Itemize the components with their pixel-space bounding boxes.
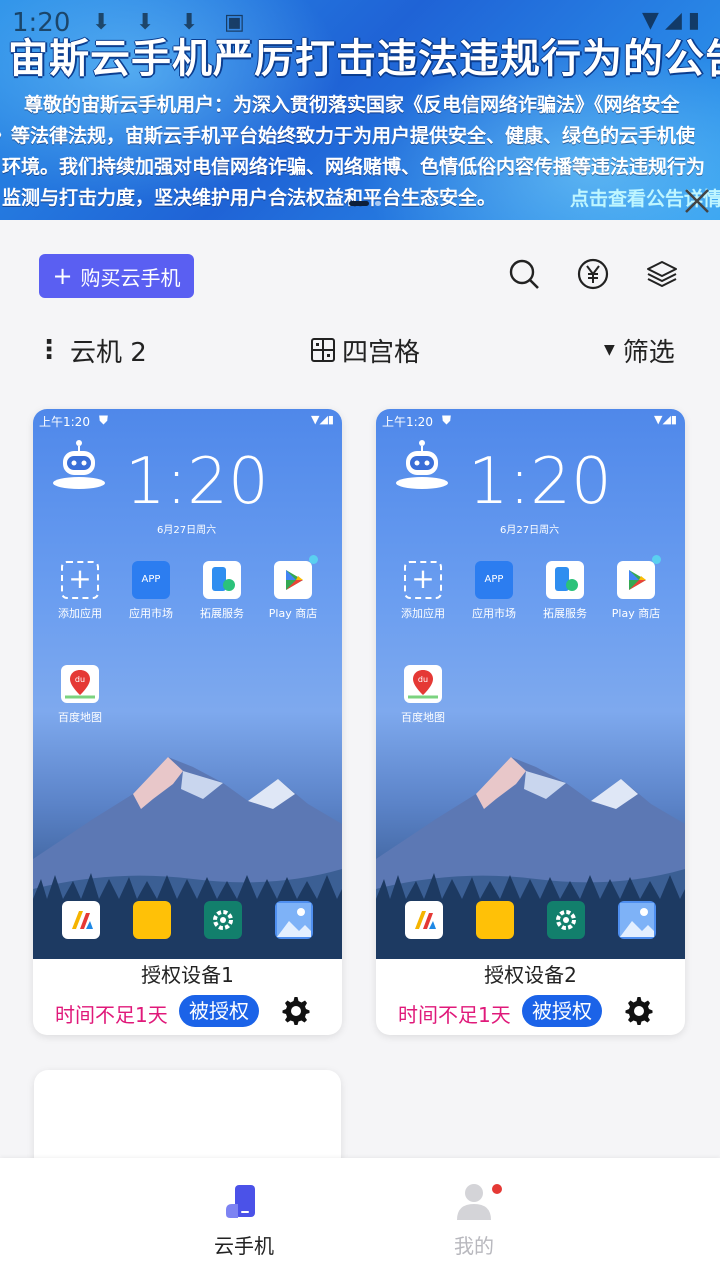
download-icon: ⬇ [92,10,111,35]
phone-icon [226,1185,255,1218]
device-screen-preview[interactable]: 上午1:20 ⛊ ▼◢▮ 1:20 6月27日周六 + 添加应用 APP 应用市… [33,409,342,959]
app-extension[interactable]: 拓展服务 [191,561,253,621]
app-add[interactable]: + 添加应用 [392,561,454,621]
grid-mode-selector[interactable]: 四宫格 [310,330,420,370]
app-label: 添加应用 [401,607,445,620]
extension-service-icon [203,561,241,599]
app-baidu-map[interactable]: du 百度地图 [392,665,454,725]
device-status-time: 上午1:20 [39,415,90,429]
app-play-store[interactable]: Play 商店 [605,555,667,621]
device-date: 6月27日周六 [500,525,560,536]
device-signal-icon: ▼◢▮ [311,413,334,426]
svg-text:du: du [75,675,85,684]
svg-text:du: du [418,675,428,684]
expiry-warning: 时间不足1天 [398,1003,511,1027]
banner-pager [349,201,381,206]
device-clock: 1:20 [125,445,269,519]
grid-icon [311,338,335,362]
authorized-badge[interactable]: 被授权 [179,995,259,1027]
add-app-icon: + [404,561,442,599]
app-label: 应用市场 [129,607,173,620]
gallery-app-icon[interactable] [275,901,313,939]
buy-button-label: 购买云手机 [80,265,181,290]
user-icon [457,1184,491,1220]
plus-icon: + [52,262,73,290]
device-card[interactable]: 上午1:20 ⛊ ▼◢▮ 1:20 6月27日周六 + 添加应用 APP 应用市… [376,409,685,1035]
signal-battery-icon: ▼◢▮ [642,8,706,33]
banner-line-1: 为深入贯彻落实国家《反电信网络诈骗法》《网络安全 [233,94,680,116]
app-store-icon: APP [475,561,513,599]
shield-icon: ⛊ [99,413,109,427]
settings-app-icon[interactable] [547,901,585,939]
device-status-time: 上午1:20 [382,415,433,429]
yuan-icon[interactable] [577,258,609,290]
app-label: 应用市场 [472,607,516,620]
gear-icon[interactable] [280,995,312,1027]
filter-label: 筛选 [622,337,675,368]
status-bar: 1:20 ⬇ ⬇ ⬇ ▣ ▼◢▮ [0,0,720,44]
download-icon: ⬇ [136,10,155,35]
notes-app-icon[interactable] [133,901,171,939]
gallery-app-icon[interactable] [618,901,656,939]
device-signal-icon: ▼◢▮ [654,413,677,426]
app-store-icon: APP [132,561,170,599]
robot-logo-icon [53,440,105,489]
app-market[interactable]: APP 应用市场 [463,561,525,621]
play-store-icon [274,555,318,599]
device-name: 授权设备2 [484,963,577,987]
download-icon: ⬇ [180,10,199,35]
nav-label: 云手机 [214,1234,274,1258]
notification-badge [492,1184,502,1194]
announcement-banner[interactable]: 1:20 ⬇ ⬇ ⬇ ▣ ▼◢▮ 宙斯云手机严厉打击违法违规行为的公告 尊敬的宙… [0,0,720,220]
baidu-map-icon: du [61,665,99,703]
app-label: 拓展服务 [200,607,244,620]
device-card[interactable]: 上午1:20 ⛊ ▼◢▮ 1:20 6月27日周六 + 添加应用 APP 应用市… [33,409,342,1035]
app-market[interactable]: APP 应用市场 [120,561,182,621]
caret-down-icon: ▼ [604,342,615,358]
app-baidu-map[interactable]: du 百度地图 [49,665,111,725]
layers-icon[interactable] [646,258,678,290]
expiry-warning: 时间不足1天 [55,1003,168,1027]
app-label: Play 商店 [611,607,661,620]
device-screen-preview[interactable]: 上午1:20 ⛊ ▼◢▮ 1:20 6月27日周六 + 添加应用 APP 应用市… [376,409,685,959]
dock-app-icon[interactable] [62,901,100,939]
app-add[interactable]: + 添加应用 [49,561,111,621]
baidu-map-icon: du [404,665,442,703]
banner-line-3: 环境。我们持续加强对电信网络诈骗、网络赌博、色情低俗内容传播等违法违规行为 [2,156,706,178]
settings-app-icon[interactable] [204,901,242,939]
buy-cloud-phone-button[interactable]: + 购买云手机 [39,254,194,298]
authorized-badge[interactable]: 被授权 [522,995,602,1027]
app-play-store[interactable]: Play 商店 [262,555,324,621]
notes-app-icon[interactable] [476,901,514,939]
device-name: 授权设备1 [141,963,234,987]
shield-icon: ⛊ [442,413,452,427]
status-time: 1:20 [12,8,71,38]
robot-logo-icon [396,440,448,489]
bottom-nav: 云手机 我的 [0,1158,720,1280]
extension-service-icon [546,561,584,599]
app-label: 添加应用 [58,607,102,620]
grid-mode-label: 四宫格 [342,337,421,368]
banner-lead: 尊敬的宙斯云手机用户： [24,94,234,116]
app-label: 百度地图 [401,711,445,724]
device-clock: 1:20 [468,445,612,519]
app-extension[interactable]: 拓展服务 [534,561,596,621]
device-count-label: 云机 2 [70,337,147,368]
banner-line-2: 》等法律法规，宙斯云手机平台始终致力于为用户提供安全、健康、绿色的云手机使 [0,125,696,147]
device-count[interactable]: ⋮ 云机 2 [36,330,147,370]
play-store-icon [617,555,661,599]
app-label: 百度地图 [58,711,102,724]
search-icon[interactable] [508,258,540,290]
app-label: 拓展服务 [543,607,587,620]
device-date: 6月27日周六 [157,525,217,536]
gear-icon[interactable] [623,995,655,1027]
more-vert-icon: ⋮ [36,335,62,365]
app-label: Play 商店 [268,607,318,620]
filter-button[interactable]: ▼ 筛选 [604,330,675,370]
text-icon: ▣ [224,10,245,35]
nav-label: 我的 [454,1234,494,1258]
add-app-icon: + [61,561,99,599]
close-icon[interactable] [682,186,712,216]
dock-app-icon[interactable] [405,901,443,939]
